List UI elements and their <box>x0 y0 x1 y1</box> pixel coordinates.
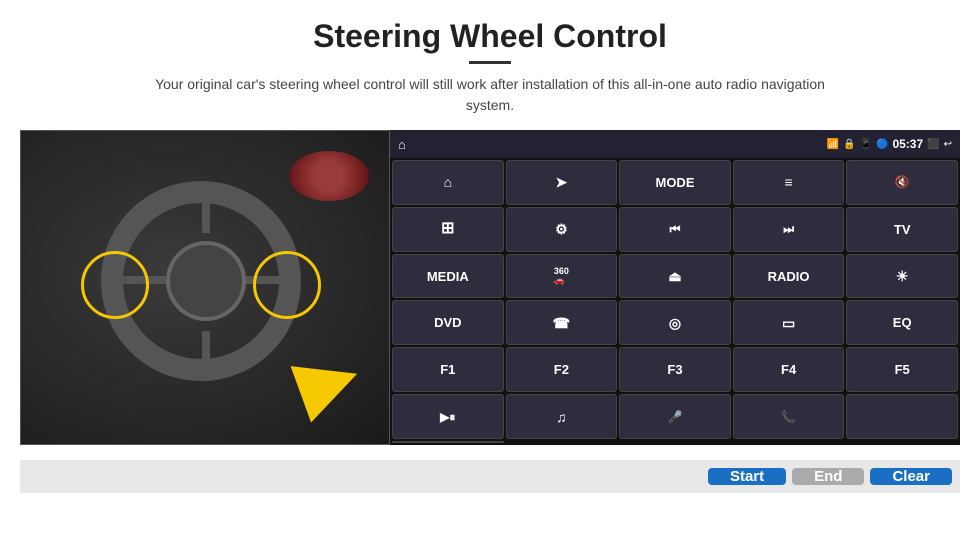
back-icon: ↩ <box>944 139 952 150</box>
steering-wheel-center <box>166 241 246 321</box>
f4-label: F4 <box>781 362 796 377</box>
status-icons: 📶 🔒 📱 🔵 05:37 ⬛ ↩ <box>827 137 952 151</box>
mic-icon: 🎤 <box>668 411 683 423</box>
btn-screen[interactable]: ▭ <box>733 300 845 345</box>
btn-f2[interactable]: F2 <box>506 347 618 392</box>
next-icon: ⏭ <box>783 223 794 235</box>
btn-dvd[interactable]: DVD <box>392 300 504 345</box>
dvd-label: DVD <box>434 315 461 330</box>
btn-home[interactable]: ⌂ <box>392 160 504 205</box>
btn-f1[interactable]: F1 <box>392 347 504 392</box>
home-icon: ⌂ <box>444 175 452 189</box>
btn-360[interactable]: 360🚗 <box>506 254 618 299</box>
sim-icon: 📱 <box>860 139 872 150</box>
screen-icon: ▭ <box>782 316 795 330</box>
mute-icon: 🔇 <box>895 176 910 188</box>
btn-empty2 <box>392 441 504 443</box>
clear-button[interactable]: Clear <box>870 468 952 485</box>
gauge-decoration <box>289 151 369 201</box>
f1-label: F1 <box>440 362 455 377</box>
brightness-icon: ☀ <box>896 269 909 283</box>
btn-eq[interactable]: EQ <box>846 300 958 345</box>
btn-f3[interactable]: F3 <box>619 347 731 392</box>
direction-arrow <box>299 354 359 414</box>
subtitle: Your original car's steering wheel contr… <box>140 74 840 116</box>
btn-tv[interactable]: TV <box>846 207 958 252</box>
btn-prev[interactable]: ⏮ <box>619 207 731 252</box>
steering-wheel-image <box>20 130 390 445</box>
f5-label: F5 <box>895 362 910 377</box>
wifi-icon: 📶 <box>827 139 839 150</box>
cast-icon: ⬛ <box>927 139 939 150</box>
btn-eject[interactable]: ⏏ <box>619 254 731 299</box>
page-wrapper: Steering Wheel Control Your original car… <box>0 0 980 544</box>
lock-icon: 🔒 <box>843 139 855 150</box>
btn-f5[interactable]: F5 <box>846 347 958 392</box>
360-icon: 360🚗 <box>554 267 569 285</box>
btn-radio[interactable]: RADIO <box>733 254 845 299</box>
end-button[interactable]: End <box>792 468 864 485</box>
f3-label: F3 <box>667 362 682 377</box>
nav-icon: ➤ <box>556 175 568 189</box>
btn-nav[interactable]: ➤ <box>506 160 618 205</box>
playpause-icon: ▶⏸ <box>440 411 455 423</box>
list-icon: ≡ <box>785 175 793 189</box>
highlight-left-controls <box>81 251 149 319</box>
arrow-icon <box>291 346 368 423</box>
eq-label: EQ <box>893 315 912 330</box>
status-time: 05:37 <box>892 137 923 151</box>
btn-mute[interactable]: 🔇 <box>846 160 958 205</box>
bottom-action-bar: Start End Clear <box>20 460 960 493</box>
eject-icon: ⏏ <box>668 269 681 283</box>
page-title: Steering Wheel Control <box>313 18 667 55</box>
control-button-grid: ⌂ ➤ MODE ≡ 🔇 ⊞ ⚙ ⏮ ⏭ TV MEDIA 360🚗 ⏏ RAD… <box>390 158 960 445</box>
tv-label: TV <box>894 222 911 237</box>
sw-spoke-top <box>202 183 210 233</box>
apps-icon: ⊞ <box>441 221 454 237</box>
phone-icon: ☎ <box>553 316 570 330</box>
radio-label: RADIO <box>768 269 810 284</box>
btn-list[interactable]: ≡ <box>733 160 845 205</box>
mode-label: MODE <box>655 175 694 190</box>
btn-mic[interactable]: 🎤 <box>619 394 731 439</box>
start-button[interactable]: Start <box>708 468 786 485</box>
btn-next[interactable]: ⏭ <box>733 207 845 252</box>
btn-browser[interactable]: ◎ <box>619 300 731 345</box>
btn-f4[interactable]: F4 <box>733 347 845 392</box>
btn-playpause[interactable]: ▶⏸ <box>392 394 504 439</box>
highlight-right-controls <box>253 251 321 319</box>
btn-music[interactable]: ♫ <box>506 394 618 439</box>
btn-apps[interactable]: ⊞ <box>392 207 504 252</box>
home-status-icon: ⌂ <box>398 137 406 152</box>
browser-icon: ◎ <box>669 316 681 330</box>
media-label: MEDIA <box>427 269 469 284</box>
btn-settings[interactable]: ⚙ <box>506 207 618 252</box>
f2-label: F2 <box>554 362 569 377</box>
btn-empty1 <box>846 394 958 439</box>
sw-spoke-bottom <box>202 331 210 381</box>
title-divider <box>469 61 511 64</box>
content-area: ⌂ 📶 🔒 📱 🔵 05:37 ⬛ ↩ ⌂ ➤ MODE ≡ 🔇 <box>20 130 960 460</box>
prev-icon: ⏮ <box>670 223 681 235</box>
settings-icon: ⚙ <box>555 222 568 236</box>
btn-media[interactable]: MEDIA <box>392 254 504 299</box>
status-bar: ⌂ 📶 🔒 📱 🔵 05:37 ⬛ ↩ <box>390 130 960 158</box>
android-panel: ⌂ 📶 🔒 📱 🔵 05:37 ⬛ ↩ ⌂ ➤ MODE ≡ 🔇 <box>390 130 960 445</box>
music-icon: ♫ <box>556 410 567 424</box>
bluetooth-icon: 🔵 <box>876 139 888 150</box>
btn-mode[interactable]: MODE <box>619 160 731 205</box>
call-icon: 📞 <box>781 411 796 423</box>
btn-call[interactable]: 📞 <box>733 394 845 439</box>
btn-phone[interactable]: ☎ <box>506 300 618 345</box>
btn-brightness[interactable]: ☀ <box>846 254 958 299</box>
